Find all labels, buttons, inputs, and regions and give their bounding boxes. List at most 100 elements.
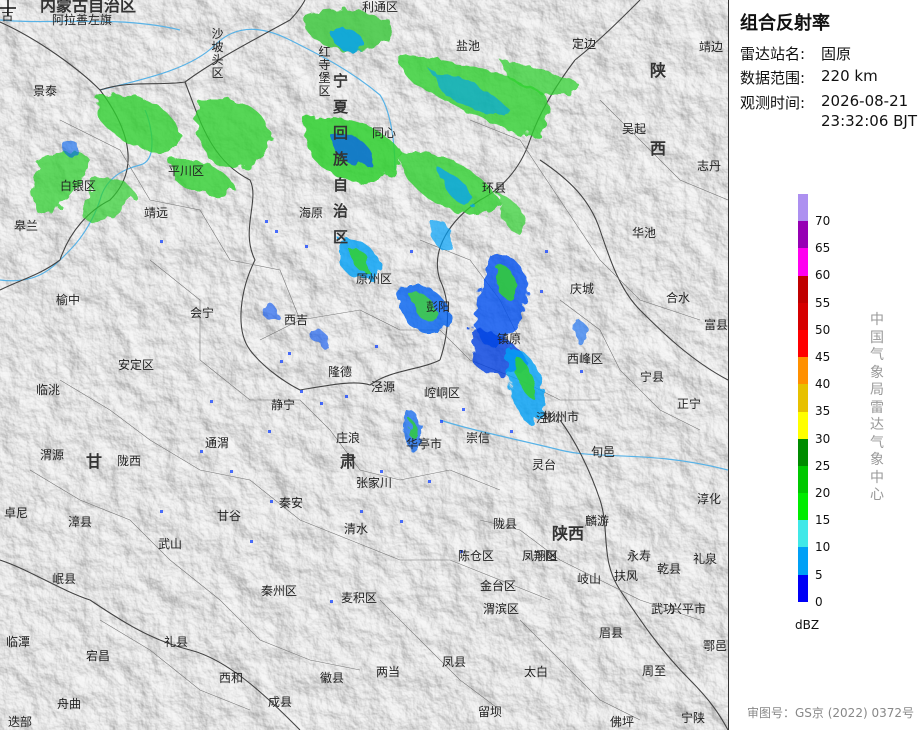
place-label-taibai: 太白 bbox=[524, 665, 549, 679]
place-label-jingning: 静宁 bbox=[271, 398, 296, 412]
place-label-foping: 佛坪 bbox=[610, 715, 635, 729]
legend-tick-label: 15 bbox=[815, 513, 831, 528]
place-label-qinzhou: 秦州区 bbox=[261, 584, 298, 598]
time-label: 观测时间: bbox=[740, 94, 806, 112]
place-label-gangu: 甘谷 bbox=[217, 509, 242, 523]
province-label: 内蒙古自治区 bbox=[40, 0, 137, 15]
place-label-diebu: 迭部 bbox=[8, 715, 33, 729]
place-label-wuqi: 吴起 bbox=[622, 122, 647, 136]
place-label-liangdang: 两当 bbox=[376, 665, 401, 679]
legend-swatch bbox=[798, 493, 808, 521]
place-label-jingbian: 靖边 bbox=[699, 40, 724, 54]
legend-tick-label: 0 bbox=[815, 594, 823, 609]
place-label-longxi: 陇西 bbox=[117, 454, 142, 468]
place-label-chencang: 陈仓区 bbox=[458, 549, 495, 563]
place-label-wushan: 武山 bbox=[158, 537, 183, 551]
place-label-chengxian: 成县 bbox=[268, 695, 293, 709]
station-value: 固原 bbox=[821, 45, 852, 63]
time-date: 2026-08-21 bbox=[821, 92, 909, 110]
place-label-liquan: 礼泉 bbox=[693, 552, 718, 566]
legend-swatch bbox=[798, 384, 808, 412]
place-label-zhangxian: 漳县 bbox=[68, 515, 93, 529]
legend-swatch bbox=[798, 248, 808, 276]
place-label-qingshui: 清水 bbox=[344, 522, 369, 536]
legend-swatch bbox=[798, 465, 808, 494]
range-label: 数据范围: bbox=[740, 69, 806, 87]
place-label-yuanzhou: 原州区 bbox=[356, 272, 393, 286]
place-label-maiji: 麦积区 bbox=[341, 591, 378, 605]
place-label-zhuoni: 卓尼 bbox=[4, 506, 29, 520]
legend-tick-label: 55 bbox=[815, 295, 831, 310]
place-label-lingtai: 灵台 bbox=[532, 458, 557, 472]
place-label-xiji: 西吉 bbox=[284, 313, 309, 327]
place-label-yongshou: 永寿 bbox=[627, 549, 652, 563]
legend-swatch bbox=[798, 574, 808, 602]
place-label-anding: 安定区 bbox=[118, 358, 155, 372]
place-label-jingyuan2: 泾源 bbox=[371, 380, 396, 394]
legend-tick-label: 50 bbox=[815, 322, 831, 337]
legend-tick-label: 25 bbox=[815, 458, 831, 473]
place-label-tanchang: 宕昌 bbox=[86, 649, 111, 663]
place-label-zhengning: 正宁 bbox=[677, 397, 702, 411]
legend-tick-label: 65 bbox=[815, 241, 831, 256]
place-label-zhangjiachuan: 张家川 bbox=[356, 476, 393, 490]
place-label-zhouzhi: 周至 bbox=[642, 664, 667, 678]
range-value: 220 km bbox=[821, 67, 878, 85]
place-label-meixian: 眉县 bbox=[599, 626, 624, 640]
legend-tick-label: 60 bbox=[815, 268, 831, 283]
legend-tick-label: 5 bbox=[815, 567, 823, 582]
place-label-lixian: 礼县 bbox=[164, 635, 189, 649]
place-label-baiyin: 白银区 bbox=[60, 179, 97, 193]
province-label: 陕西 bbox=[650, 61, 667, 158]
place-label-fengxian: 凤县 bbox=[442, 655, 467, 669]
place-label-chongxin: 崇信 bbox=[466, 431, 491, 445]
legend-tick-label: 40 bbox=[815, 377, 831, 392]
province-label: 甘肃 bbox=[86, 452, 595, 471]
place-label-weibin: 渭滨区 bbox=[483, 602, 520, 616]
organization-credit: 中国气象局雷达气象中心 bbox=[870, 312, 884, 503]
place-label-jintai: 金台区 bbox=[480, 579, 517, 593]
place-label-haiyuan: 海原 bbox=[299, 206, 324, 220]
place-label-longde: 隆德 bbox=[328, 365, 353, 379]
place-label-qishan: 岐山 bbox=[577, 572, 602, 586]
place-label-fuxian: 富县 bbox=[704, 318, 729, 332]
place-label-fufeng: 扶风 bbox=[614, 569, 639, 583]
legend-tick-label: 35 bbox=[815, 404, 831, 419]
place-label-linyou: 麟游 bbox=[585, 514, 610, 528]
legend-tick-label: 20 bbox=[815, 486, 831, 500]
place-label-xifeng: 西峰区 bbox=[567, 352, 604, 366]
place-label-heshui: 合水 bbox=[666, 291, 691, 305]
place-label-huyi: 鄠邑区 bbox=[703, 639, 728, 653]
place-label-kongtong: 崆峒区 bbox=[424, 386, 461, 400]
legend-swatch bbox=[798, 329, 808, 358]
place-label-lintao: 临洮 bbox=[36, 383, 61, 397]
legend-swatch bbox=[798, 547, 808, 575]
place-label-chunhua: 淳化 bbox=[697, 492, 722, 506]
place-label-tongxin: 同心 bbox=[372, 126, 397, 140]
place-label-yanchi: 盐池 bbox=[456, 39, 481, 53]
place-label-xunyi: 旬邑 bbox=[591, 445, 616, 459]
place-label-huan: 泾川 bbox=[536, 411, 561, 425]
legend-swatch bbox=[798, 275, 808, 303]
place-label-ningshan: 宁陕 bbox=[681, 711, 706, 725]
radar-map[interactable]: 内蒙古自治区 宁夏回族自治区 甘肃 陕西 陕西 阿拉善左旗 景泰 白银区 皋兰 靖远 平川… bbox=[0, 0, 729, 730]
place-label-hongsipu: 红寺堡区 bbox=[318, 45, 331, 98]
place-label-dingbian: 定边 bbox=[572, 37, 597, 51]
place-label-tongwei: 通渭 bbox=[205, 436, 230, 450]
info-panel: 组合反射率 雷达站名: 固原 数据范围: 220 km 观测时间: 2026-0… bbox=[729, 0, 920, 730]
place-label-minxian: 岷县 bbox=[52, 572, 77, 586]
place-label-xingping: 兴平市 bbox=[670, 602, 707, 616]
legend-swatch bbox=[798, 194, 808, 222]
place-label-yuzhong: 榆中 bbox=[56, 293, 81, 307]
legend-tick-label: 70 bbox=[815, 214, 831, 228]
place-label-longxian: 陇县 bbox=[493, 517, 518, 531]
place-label-weiyuan: 渭源 bbox=[40, 448, 65, 462]
place-label-zhuanglang: 庄浪 bbox=[336, 431, 361, 445]
place-label-huining: 会宁 bbox=[190, 306, 215, 320]
legend-swatch bbox=[798, 302, 808, 330]
place-label-litong: 利通区 bbox=[362, 0, 399, 14]
place-label-shapotou: 沙坡头区 bbox=[211, 27, 224, 80]
map-approval-number: 审图号：GS京 (2022) 0372号 bbox=[747, 706, 914, 720]
legend-swatch bbox=[798, 221, 808, 249]
place-label-zhidan: 志丹 bbox=[697, 159, 722, 173]
